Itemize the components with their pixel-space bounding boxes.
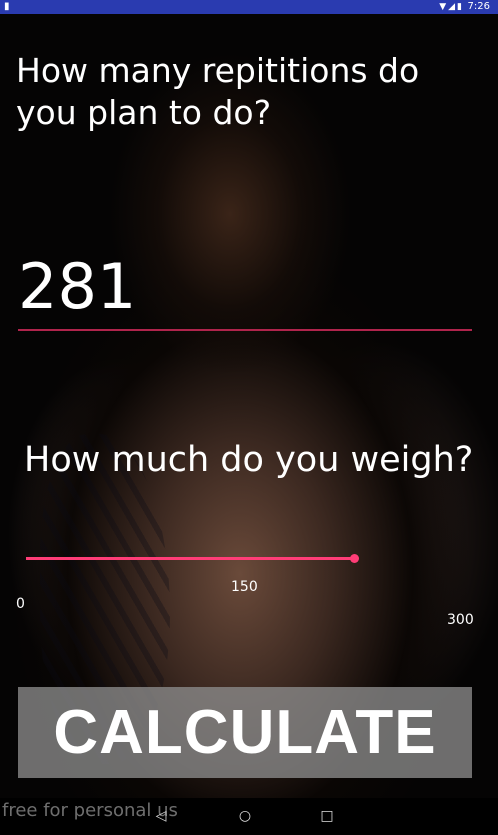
weight-question: How much do you weigh?	[24, 440, 474, 480]
reps-input[interactable]: 281	[18, 250, 136, 324]
calculate-button[interactable]: CALCULATE	[18, 687, 472, 778]
watermark-text: free for personal us	[2, 800, 178, 821]
status-time: 7:26	[467, 1, 490, 12]
recent-apps-icon[interactable]: □	[315, 804, 339, 828]
reps-question: How many repititions do you plan to do?	[16, 51, 420, 132]
slider-mid-label: 150	[231, 579, 258, 595]
slider-min-label: 0	[16, 596, 25, 612]
slider-max-label: 300	[447, 612, 474, 628]
weight-slider-thumb[interactable]	[350, 554, 359, 563]
weight-slider-track[interactable]	[26, 557, 356, 560]
signal-wifi-battery-icons: ▼◢▮	[439, 2, 464, 12]
status-bar: ▮ ▼◢▮ 7:26	[0, 0, 498, 14]
sim-card-icon: ▮	[4, 1, 10, 12]
home-icon[interactable]: ○	[233, 804, 257, 828]
reps-input-underline	[18, 329, 472, 331]
